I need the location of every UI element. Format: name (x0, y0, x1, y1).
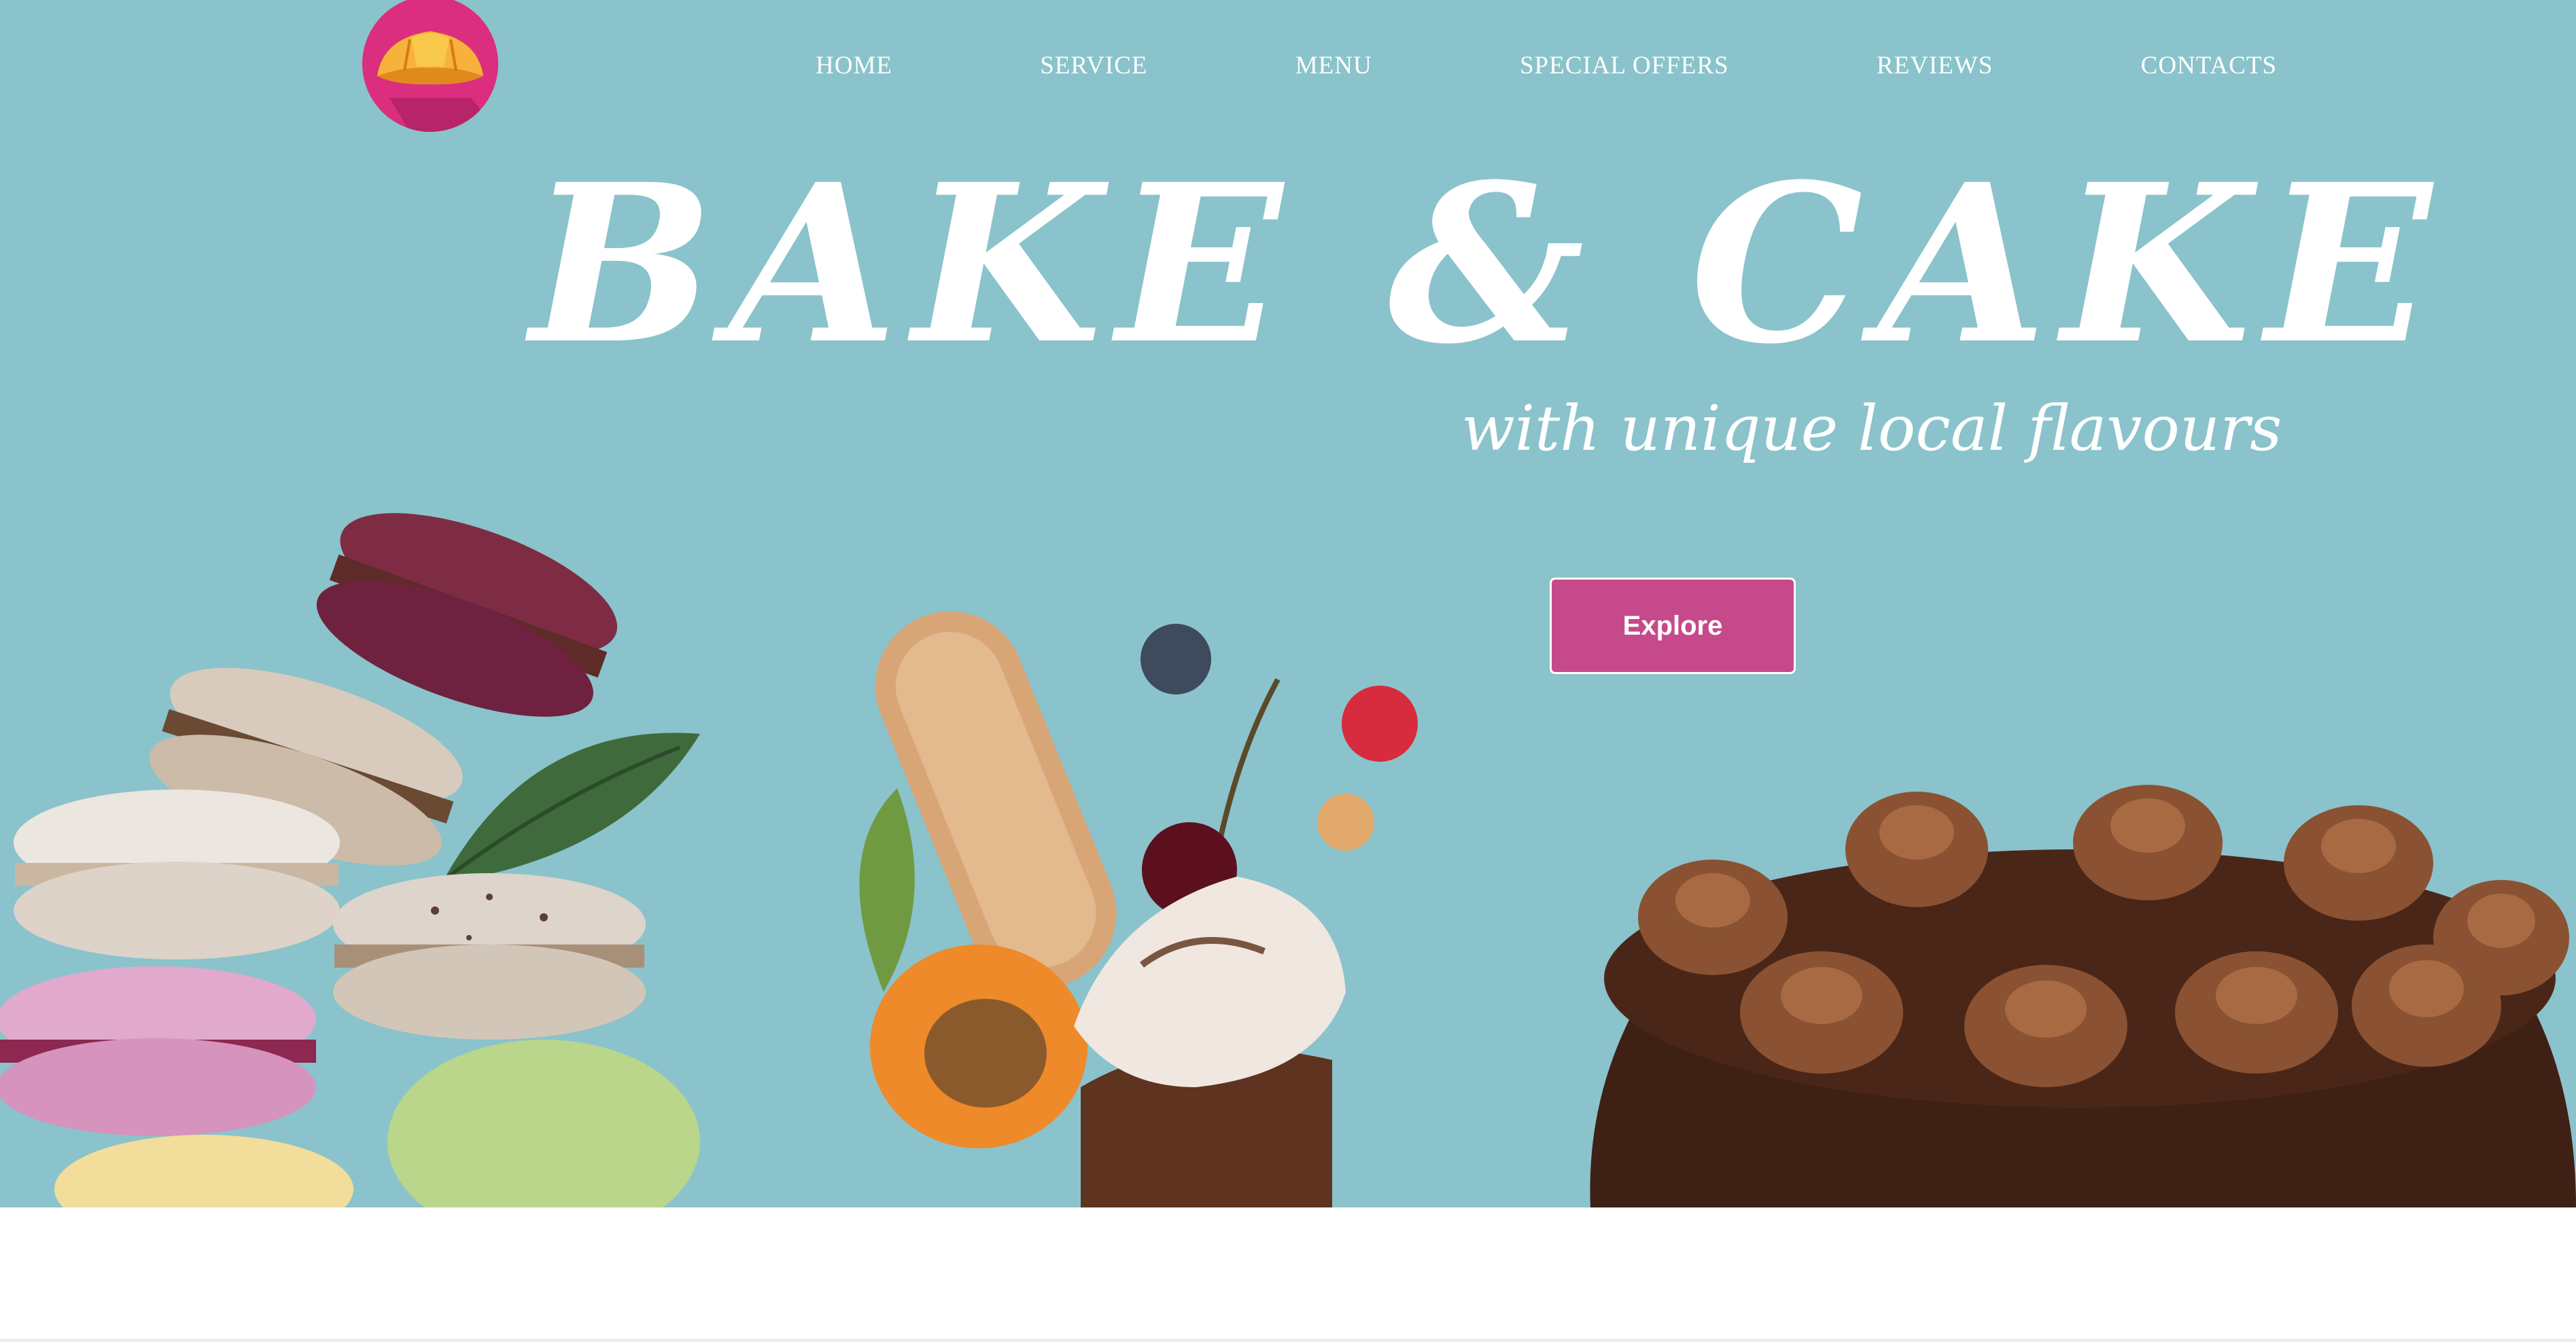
section-divider (0, 1339, 2576, 1342)
nav-menu-link[interactable]: MENU (1295, 51, 1372, 80)
dessert-cream-fruit-image (859, 611, 1418, 1207)
brand-logo[interactable] (362, 0, 498, 132)
nav-home-link[interactable]: HOME (816, 51, 892, 80)
chocolate-cake-image (1590, 785, 2576, 1207)
explore-button[interactable]: Explore (1550, 578, 1796, 674)
nav-special-offers-link[interactable]: SPECIAL OFFERS (1520, 51, 1729, 80)
hero-section: HOME SERVICE MENU SPECIAL OFFERS REVIEWS… (0, 0, 2576, 1207)
main-nav: HOME SERVICE MENU SPECIAL OFFERS REVIEWS… (816, 48, 2277, 83)
nav-reviews-link[interactable]: REVIEWS (1877, 51, 1993, 80)
hero-subtitle: with unique local flavours (1461, 392, 2282, 465)
nav-service-link[interactable]: SERVICE (1040, 51, 1147, 80)
macarons-stack-image (0, 513, 700, 1207)
hero-title: BAKE & CAKE (530, 137, 2447, 392)
croissant-icon (377, 31, 498, 132)
nav-contacts-link[interactable]: CONTACTS (2141, 51, 2277, 80)
